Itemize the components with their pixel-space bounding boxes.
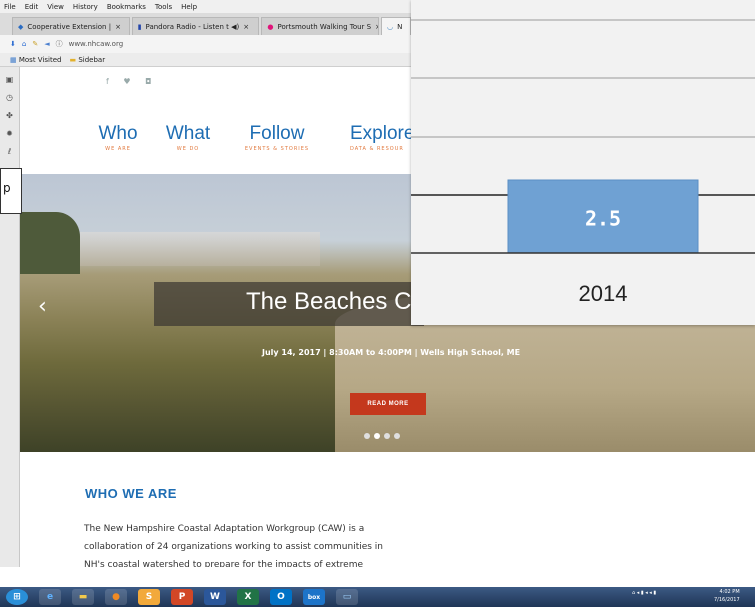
bookmarks-toolbar: ▦ Most Visited ▬ Sidebar — [0, 53, 411, 67]
skype-icon[interactable]: S — [138, 589, 160, 605]
menu-bookmarks[interactable]: Bookmarks — [107, 3, 146, 11]
outlook-icon[interactable]: O — [270, 589, 292, 605]
hero-title: The Beaches C — [246, 288, 412, 315]
settings-icon[interactable]: ✹ — [6, 129, 13, 138]
nav-label: Follow — [249, 123, 305, 144]
chart-panel: 2.5 2014 — [411, 0, 755, 325]
nav-sublabel: WE DO — [176, 146, 200, 152]
nhcaw-favicon-icon: ◡ — [387, 22, 394, 31]
powerpoint-icon[interactable]: P — [171, 589, 193, 605]
browser-sidebar: ▣ ◷ ✤ ✹ ℓ — [0, 67, 20, 567]
tab-nhcaw[interactable]: ◡ N — [381, 17, 411, 35]
nav-follow[interactable]: Follow EVENTS & STORIES — [232, 123, 322, 153]
bar-chart: 2.5 2014 — [411, 19, 755, 306]
who-we-are-text: The New Hampshire Coastal Adaptation Wor… — [84, 524, 384, 567]
download-icon[interactable]: ⬇ — [10, 40, 16, 48]
social-links[interactable]: f ♥ ◘ — [106, 77, 157, 86]
carousel-prev-icon[interactable]: ‹ — [38, 294, 47, 319]
bookmark-sidebar[interactable]: ▬ Sidebar — [69, 56, 105, 64]
start-button[interactable]: ⊞ — [6, 589, 28, 605]
clock-time: 4:02 PM — [719, 589, 740, 595]
addons-icon[interactable]: ✤ — [6, 111, 13, 120]
folder-icon: ▬ — [69, 55, 77, 64]
menu-tools[interactable]: Tools — [155, 3, 172, 11]
tab-strip: ◆ Cooperative Extension | × ▮ Pandora Ra… — [0, 13, 411, 35]
carousel-dot[interactable] — [394, 433, 400, 439]
box-icon[interactable]: box — [303, 589, 325, 605]
nav-what[interactable]: What WE DO — [158, 123, 218, 153]
pencil-icon[interactable]: ℓ — [8, 147, 11, 156]
bookmark-label: Most Visited — [18, 55, 62, 64]
ie-icon[interactable]: e — [39, 589, 61, 605]
file-explorer-icon[interactable]: ▬ — [72, 589, 94, 605]
carousel-dot[interactable] — [364, 433, 370, 439]
edit-icon[interactable]: ✎ — [32, 40, 38, 48]
nav-who[interactable]: Who WE ARE — [88, 123, 148, 153]
who-we-are-heading: WHO WE ARE — [85, 486, 177, 501]
tab-pandora[interactable]: ▮ Pandora Radio - Listen t ◀) × — [131, 17, 260, 35]
carousel-dots — [364, 433, 400, 439]
menu-view[interactable]: View — [47, 3, 64, 11]
tab-cooperative-extension[interactable]: ◆ Cooperative Extension | × — [12, 17, 130, 35]
tab-label: Pandora Radio - Listen t ◀) — [145, 22, 240, 31]
clock-date: 7/16/2017 — [714, 597, 740, 603]
tab-label: Portsmouth Walking Tour S — [277, 22, 372, 31]
bookmark-most-visited[interactable]: ▦ Most Visited — [10, 56, 61, 64]
nav-label: What — [165, 123, 211, 144]
history-icon[interactable]: ◷ — [6, 93, 13, 102]
tab-portsmouth-walking-tour[interactable]: ● Portsmouth Walking Tour S × — [261, 17, 380, 35]
info-icon: ⓘ — [55, 40, 63, 48]
overlapping-window-edge: p — [0, 168, 22, 214]
tab-close-icon[interactable]: × — [243, 23, 249, 31]
tab-close-icon[interactable]: × — [375, 23, 378, 31]
back-icon[interactable]: ◄ — [44, 40, 49, 48]
hero-trees — [20, 212, 80, 274]
menu-history[interactable]: History — [73, 3, 98, 11]
window-edge-text: p — [3, 181, 11, 195]
home-icon[interactable]: ⌂ — [22, 40, 26, 48]
address-bar[interactable]: www.nhcaw.org — [69, 40, 124, 48]
word-icon[interactable]: W — [204, 589, 226, 605]
firefox-icon[interactable]: ● — [105, 589, 127, 605]
menu-edit[interactable]: Edit — [25, 3, 39, 11]
most-visited-icon: ▦ — [10, 55, 17, 64]
hero-houses — [80, 232, 320, 266]
taskbar-clock[interactable]: 4:02 PM 7/16/2017 — [714, 588, 740, 604]
nav-label: Who — [98, 123, 138, 144]
system-tray[interactable]: ⌂ ◂ ▮ ◂ ◂ ▮ — [632, 590, 656, 596]
pandora-favicon-icon: ▮ — [137, 22, 142, 31]
bookmark-label: Sidebar — [78, 55, 106, 64]
nav-sublabel: EVENTS & STORIES — [244, 146, 310, 152]
nav-sublabel: WE ARE — [105, 146, 131, 152]
menu-bar: File Edit View History Bookmarks Tools H… — [0, 0, 411, 13]
tab-label: N — [397, 22, 403, 31]
tab-label: Cooperative Extension | — [27, 22, 112, 31]
navigation-toolbar: ⬇ ⌂ ✎ ◄ ⓘ www.nhcaw.org — [0, 35, 411, 53]
bar-value-label: 2.5 — [585, 207, 621, 231]
tab-favicon-icon: ◆ — [18, 22, 24, 31]
menu-help[interactable]: Help — [181, 3, 197, 11]
flickr-favicon-icon: ● — [267, 22, 274, 31]
window-icon[interactable]: ▭ — [336, 589, 358, 605]
carousel-dot[interactable] — [374, 433, 380, 439]
menu-file[interactable]: File — [4, 3, 16, 11]
hero-subtitle: July 14, 2017 | 8:30AM to 4:00PM | Wells… — [262, 348, 521, 357]
sidebar-panel-icon[interactable]: ▣ — [6, 75, 14, 84]
read-more-button[interactable]: READ MORE — [350, 393, 426, 415]
excel-icon[interactable]: X — [237, 589, 259, 605]
x-tick-label: 2014 — [579, 281, 628, 306]
carousel-dot[interactable] — [384, 433, 390, 439]
tab-close-icon[interactable]: × — [115, 23, 121, 31]
